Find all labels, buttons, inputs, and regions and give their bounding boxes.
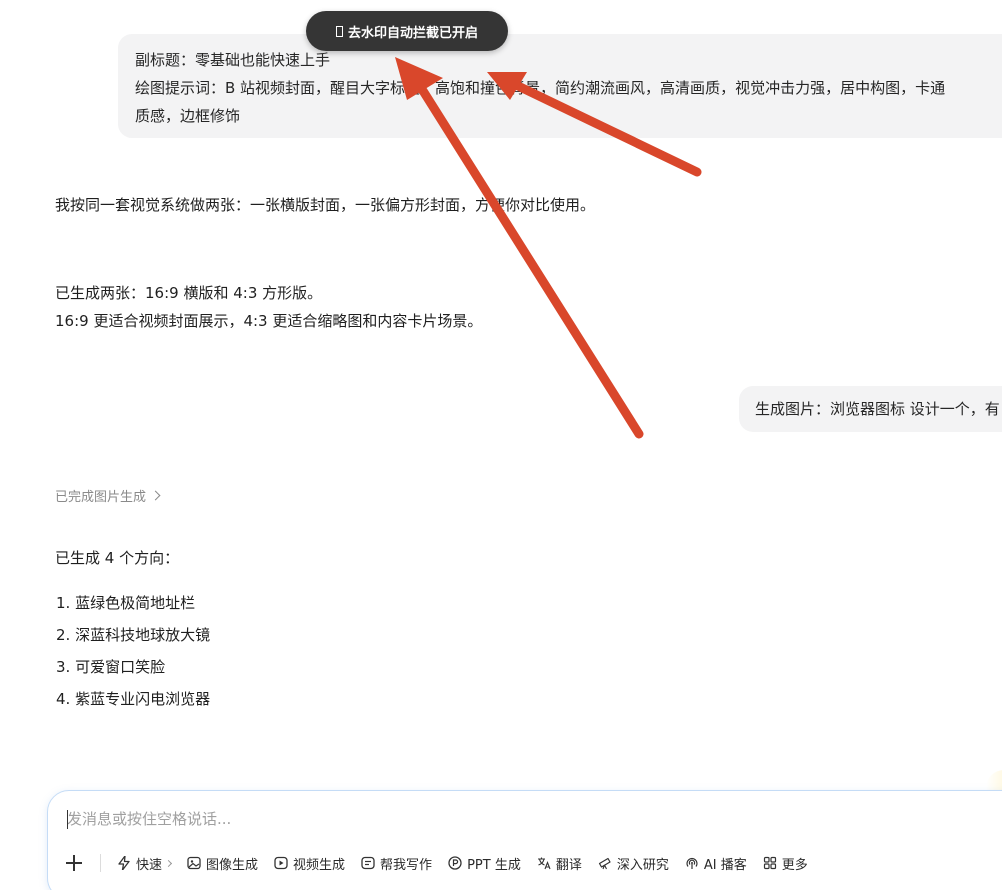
toolbar-divider [100, 854, 101, 872]
message-composer: 快速 图像生成 视频生成 帮我写作 [47, 790, 1002, 890]
quick-mode-button[interactable]: 快速 [117, 854, 173, 873]
message-input[interactable] [67, 807, 767, 831]
more-label: 更多 [781, 857, 808, 873]
ai-reply-generated-line-2: 16:9 更适合视频封面展示，4:3 更适合缩略图和内容卡片场景。 [55, 312, 483, 330]
directions-list: 1. 蓝绿色极简地址栏 2. 深蓝科技地球放大镜 3. 可爱窗口笑脸 4. 紫蓝… [56, 587, 210, 715]
video-generation-label: 视频生成 [293, 857, 346, 873]
writing-assistant-button[interactable]: 帮我写作 [361, 854, 432, 873]
watermark-toast-text: 去水印自动拦截已开启 [347, 25, 478, 41]
image-generation-done-link[interactable]: 已完成图片生成 [55, 486, 161, 505]
list-item: 3. 可爱窗口笑脸 [56, 658, 166, 676]
text-caret [67, 810, 68, 829]
ai-reply-plan-text: 我按同一套视觉系统做两张：一张横版封面，一张偏方形封面，方便你对比使用。 [55, 196, 596, 214]
ppt-icon [448, 856, 462, 870]
ai-reply-generated-line-1: 已生成两张：16:9 横版和 4:3 方形版。 [55, 284, 323, 302]
grid-icon [763, 856, 777, 870]
list-item: 4. 紫蓝专业闪电浏览器 [56, 690, 211, 708]
chat-page: 副标题：零基础也能快速上手 绘图提示词：B 站视频封面，醒目大字标题，高饱和撞色… [0, 0, 1002, 890]
ai-reply-directions-intro: 已生成 4 个方向： [55, 544, 179, 572]
list-item: 1. 蓝绿色极简地址栏 [56, 594, 196, 612]
chevron-right-icon [164, 859, 173, 867]
ai-podcast-label: AI 播客 [703, 857, 747, 873]
user-message-mid-text: 生成图片：浏览器图标 设计一个，有 [755, 400, 1000, 418]
add-attachment-button[interactable] [66, 855, 82, 871]
translate-button[interactable]: 翻译 [537, 854, 582, 873]
user-message-subtitle-line: 副标题：零基础也能快速上手 [135, 51, 331, 69]
more-button[interactable]: 更多 [763, 854, 808, 873]
user-message-bubble-mid: 生成图片：浏览器图标 设计一个，有 [739, 386, 1002, 432]
video-icon [274, 856, 288, 870]
deep-research-button[interactable]: 深入研究 [598, 854, 669, 873]
podcast-icon [685, 856, 699, 870]
writing-assistant-label: 帮我写作 [380, 857, 433, 873]
document-icon [361, 856, 375, 870]
image-generation-button[interactable]: 图像生成 [187, 854, 258, 873]
video-generation-button[interactable]: 视频生成 [274, 854, 345, 873]
chevron-right-icon [150, 490, 161, 501]
watermark-toast: 去水印自动拦截已开启 [306, 11, 508, 51]
deep-research-label: 深入研究 [616, 857, 669, 873]
ai-reply-generated: 已生成两张：16:9 横版和 4:3 方形版。 16:9 更适合视频封面展示，4… [55, 279, 482, 335]
lightning-icon [117, 856, 131, 870]
ppt-generation-button[interactable]: PPT 生成 [448, 854, 521, 873]
translate-icon [537, 856, 551, 870]
telescope-icon [598, 856, 612, 870]
missing-glyph-icon [335, 25, 343, 37]
ppt-generation-label: PPT 生成 [467, 857, 521, 873]
image-icon [187, 856, 201, 870]
ai-reply-plan: 我按同一套视觉系统做两张：一张横版封面，一张偏方形封面，方便你对比使用。 [55, 191, 595, 219]
translate-label: 翻译 [555, 857, 582, 873]
user-message-prompt-line: 绘图提示词：B 站视频封面，醒目大字标题，高饱和撞色背景，简约潮流画风，高清画质… [135, 79, 946, 97]
user-message-prompt-line-2: 质感，边框修饰 [135, 107, 241, 125]
composer-toolbar: 快速 图像生成 视频生成 帮我写作 PPT 生成 翻译 深入研究 AI 播客 更… [66, 851, 824, 875]
user-message-bubble-top: 副标题：零基础也能快速上手 绘图提示词：B 站视频封面，醒目大字标题，高饱和撞色… [118, 34, 1002, 138]
ai-reply-directions-intro-text: 已生成 4 个方向： [55, 549, 180, 567]
quick-mode-label: 快速 [136, 857, 163, 873]
list-item: 2. 深蓝科技地球放大镜 [56, 626, 211, 644]
image-generation-done-text: 已完成图片生成 [55, 490, 147, 505]
image-generation-label: 图像生成 [206, 857, 259, 873]
ai-podcast-button[interactable]: AI 播客 [685, 854, 747, 873]
